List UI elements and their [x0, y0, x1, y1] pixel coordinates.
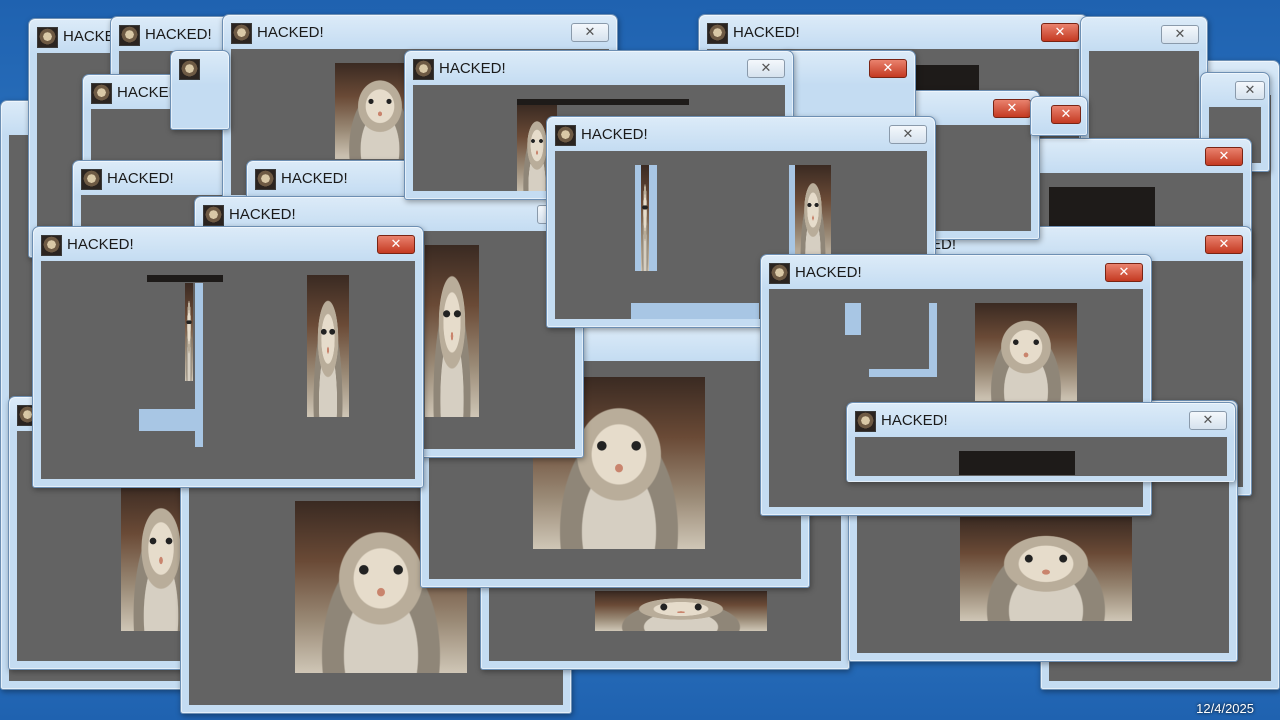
title-bar[interactable]: HACKED! ✕: [761, 255, 1151, 289]
close-icon[interactable]: ✕: [1235, 81, 1265, 100]
close-icon[interactable]: ✕: [993, 99, 1031, 118]
window-title: HACKED!: [281, 170, 348, 187]
cat-image: [960, 517, 1132, 621]
close-icon[interactable]: ✕: [1205, 147, 1243, 166]
cat-face-icon: [203, 205, 224, 226]
close-icon[interactable]: ✕: [377, 235, 415, 254]
cat-image: [307, 275, 349, 417]
glitch-bar: [631, 303, 759, 319]
close-icon[interactable]: ✕: [1051, 105, 1081, 124]
title-bar[interactable]: [171, 51, 229, 85]
close-icon[interactable]: ✕: [1105, 263, 1143, 282]
close-icon[interactable]: ✕: [1161, 25, 1199, 44]
cat-face-icon: [413, 59, 434, 80]
glitch-bar: [869, 369, 937, 377]
window-title: HACKED!: [229, 206, 296, 223]
close-icon[interactable]: ✕: [1189, 411, 1227, 430]
cat-face-icon: [81, 169, 102, 190]
glitch-bar: [929, 303, 937, 377]
close-icon[interactable]: ✕: [869, 59, 907, 78]
glitch-bar: [195, 283, 203, 447]
cat-image: [975, 303, 1077, 401]
cat-image: [185, 283, 193, 381]
title-bar[interactable]: ✕: [1031, 97, 1087, 131]
window-content: [1089, 51, 1199, 147]
cat-image: [641, 165, 649, 271]
cat-image: [595, 591, 767, 631]
cat-face-icon: [91, 83, 112, 104]
window-content: [41, 261, 415, 479]
window-title: HACKED!: [145, 26, 212, 43]
title-bar[interactable]: HACKED! ✕: [547, 117, 935, 151]
glitch-bar: [649, 165, 657, 271]
cat-image: [425, 245, 479, 417]
taskbar-date: 12/4/2025: [1196, 701, 1254, 716]
title-bar[interactable]: ✕: [1201, 73, 1269, 107]
window-content: [855, 437, 1227, 476]
window-title: HACKED!: [881, 412, 948, 429]
close-icon[interactable]: ✕: [889, 125, 927, 144]
close-icon[interactable]: ✕: [1041, 23, 1079, 42]
glitch-bar: [845, 303, 861, 335]
window-title: HACKED!: [439, 60, 506, 77]
hacked-window[interactable]: ✕: [1030, 96, 1088, 136]
window-title: HACKED!: [581, 126, 648, 143]
window-title: HACKED!: [107, 170, 174, 187]
title-bar[interactable]: HACKED! ✕: [405, 51, 793, 85]
window-title: HACKED!: [257, 24, 324, 41]
hacked-window[interactable]: ✕: [1080, 16, 1208, 156]
title-bar[interactable]: HACKED! ✕: [33, 227, 423, 261]
hacked-window[interactable]: HACKED! ✕: [32, 226, 424, 488]
cat-face-icon: [41, 235, 62, 256]
title-bar[interactable]: HACKED! ✕: [699, 15, 1087, 49]
window-title: HACKED!: [795, 264, 862, 281]
cat-face-icon: [769, 263, 790, 284]
title-bar[interactable]: ✕: [1081, 17, 1207, 51]
black-rect: [147, 275, 223, 282]
title-bar[interactable]: HACKED!: [247, 161, 415, 195]
window-title: HACKED!: [733, 24, 800, 41]
cat-face-icon: [119, 25, 140, 46]
title-bar[interactable]: HACKED! ✕: [847, 403, 1235, 437]
cat-face-icon: [231, 23, 252, 44]
close-icon[interactable]: ✕: [747, 59, 785, 78]
cat-image: [795, 165, 831, 265]
desktop: HACKED! HACKED! HACKED! HACKED! HACKED! …: [0, 0, 1280, 720]
cat-face-icon: [555, 125, 576, 146]
cat-face-icon: [179, 59, 200, 80]
title-bar[interactable]: ✕: [781, 51, 915, 85]
black-rect: [959, 451, 1075, 475]
cat-face-icon: [707, 23, 728, 44]
title-bar[interactable]: HACKED! ✕: [223, 15, 617, 49]
title-bar[interactable]: ✕: [1031, 139, 1251, 173]
close-icon[interactable]: ✕: [1205, 235, 1243, 254]
cat-face-icon: [255, 169, 276, 190]
hacked-window[interactable]: ✕: [780, 50, 916, 120]
glitch-bar: [139, 409, 195, 431]
cat-face-icon: [37, 27, 58, 48]
hacked-window[interactable]: HACKED! ✕: [846, 402, 1236, 482]
hacked-window[interactable]: [170, 50, 230, 130]
title-bar[interactable]: HACKED!: [73, 161, 231, 195]
cat-image: [121, 481, 189, 631]
cat-face-icon: [855, 411, 876, 432]
window-title: HACKED!: [67, 236, 134, 253]
close-icon[interactable]: ✕: [571, 23, 609, 42]
